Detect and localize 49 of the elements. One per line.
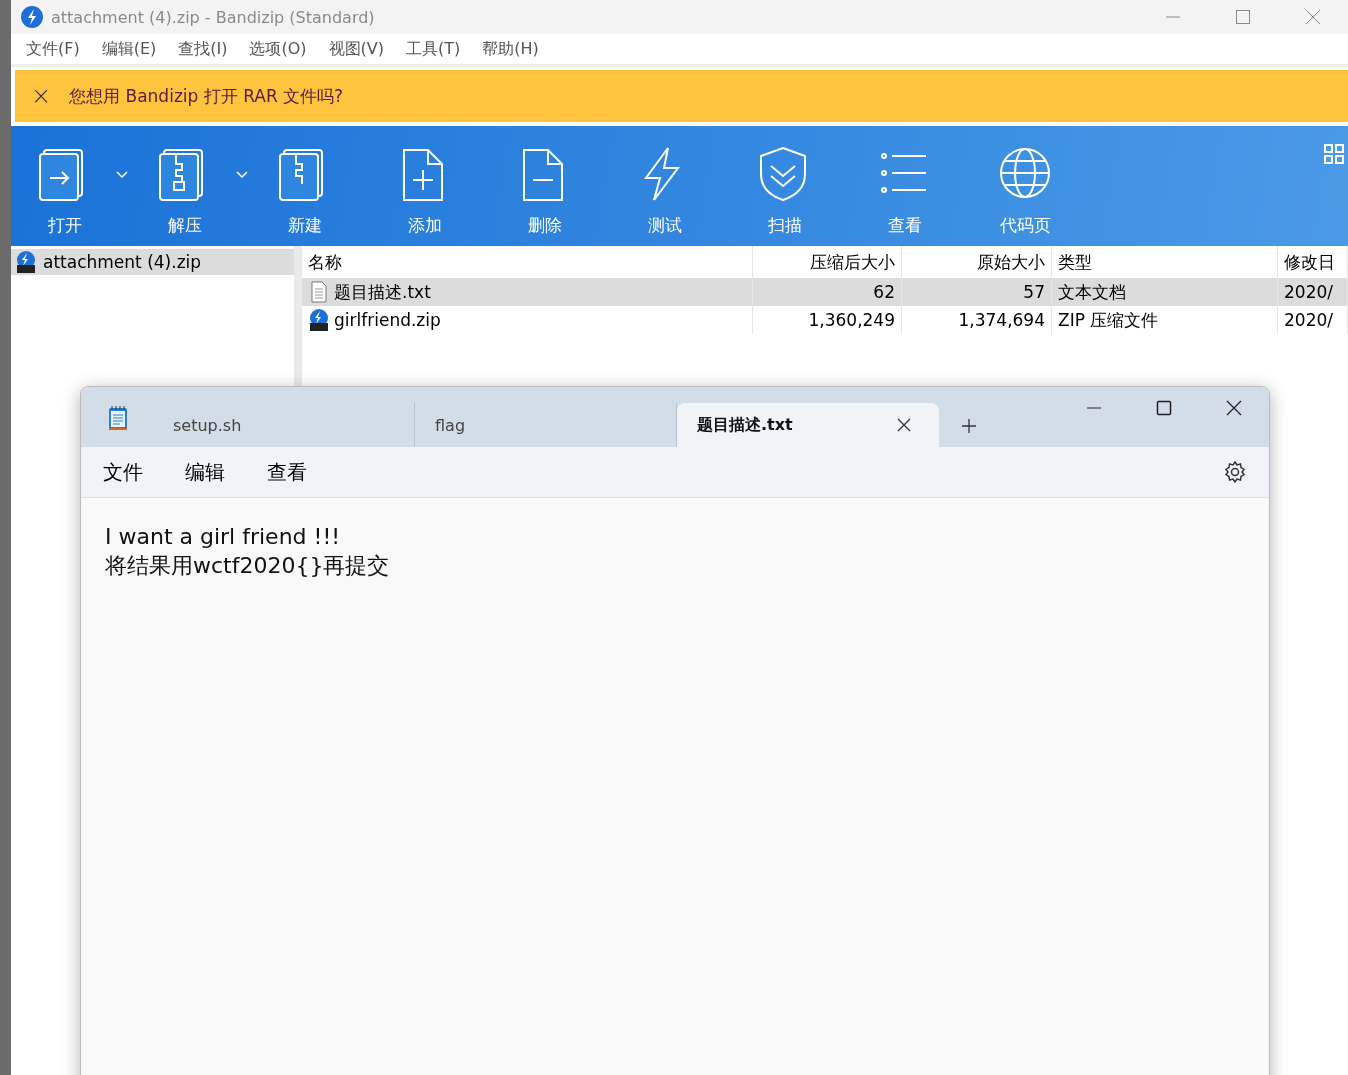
zip-file-icon — [15, 251, 37, 273]
table-cell: ZIP 压缩文件 — [1052, 306, 1278, 334]
table-cell: 1,360,249 — [753, 306, 902, 334]
close-button[interactable]: × — [31, 82, 52, 110]
tree-item[interactable]: attachment (4).zip — [11, 249, 294, 275]
caret-icon[interactable] — [235, 170, 249, 180]
toolbar-button[interactable]: 解压 — [153, 126, 217, 238]
close-icon[interactable] — [1226, 400, 1242, 416]
notepad-icon — [107, 405, 129, 431]
text-file-icon — [308, 281, 330, 303]
menu-item[interactable]: 选项(O) — [238, 38, 318, 60]
menu-item[interactable]: 文件(F) — [15, 38, 91, 60]
toolbar-button[interactable]: 删除 — [513, 126, 577, 238]
window-title: attachment (4).zip - Bandizip (Standard) — [51, 7, 375, 27]
close-tab-icon[interactable] — [897, 418, 911, 432]
maximize-icon[interactable] — [1156, 400, 1172, 416]
plus-icon[interactable] — [961, 417, 977, 434]
menu-item[interactable]: 编辑 — [171, 458, 239, 486]
table-cell: girlfriend.zip — [302, 306, 753, 334]
file-row[interactable]: girlfriend.zip 1,360,249 1,374,694 ZIP 压缩文件 2020/ — [302, 306, 1348, 334]
tab[interactable]: 题目描述.txt — [677, 403, 939, 447]
table-cell: 62 — [753, 278, 902, 306]
toolbar-button[interactable]: 测试 — [633, 126, 697, 238]
menu-item[interactable]: 文件 — [89, 458, 157, 486]
file-row[interactable]: 题目描述.txt 62 57 文本文档 2020/ — [302, 278, 1348, 306]
settings-icon[interactable] — [1223, 460, 1247, 484]
menu-item[interactable]: 查看 — [253, 458, 321, 486]
table-cell: 题目描述.txt — [302, 278, 753, 306]
table-cell: 2020/ — [1278, 306, 1348, 334]
grid-icon[interactable] — [1324, 144, 1344, 164]
table-cell: 1,374,694 — [902, 306, 1052, 334]
toolbar-button[interactable]: 打开 — [33, 126, 97, 238]
text-line: 将结果用wctf2020{}再提交 — [105, 552, 391, 580]
app-logo-icon — [21, 6, 43, 28]
menu-item[interactable]: 工具(T) — [395, 38, 472, 60]
toolbar-button[interactable]: 添加 — [393, 126, 457, 238]
table-cell: 57 — [902, 278, 1052, 306]
menu-item[interactable]: 帮助(H) — [471, 38, 550, 60]
zip-file-icon — [308, 309, 330, 331]
menu-item[interactable]: 编辑(E) — [90, 38, 168, 60]
toolbar-button[interactable]: 扫描 — [753, 126, 817, 238]
table-cell: 文本文档 — [1052, 278, 1278, 306]
menu-item[interactable]: 视图(V) — [317, 38, 395, 60]
banner-message: 您想用 Bandizip 打开 RAR 文件吗? — [69, 84, 344, 108]
text-line: I want a girl friend !!! — [105, 523, 342, 551]
menu-item[interactable]: 查找(I) — [167, 38, 239, 60]
caret-icon[interactable] — [115, 170, 129, 180]
table-cell: 2020/ — [1278, 278, 1348, 306]
toolbar-button[interactable]: 新建 — [273, 126, 337, 238]
